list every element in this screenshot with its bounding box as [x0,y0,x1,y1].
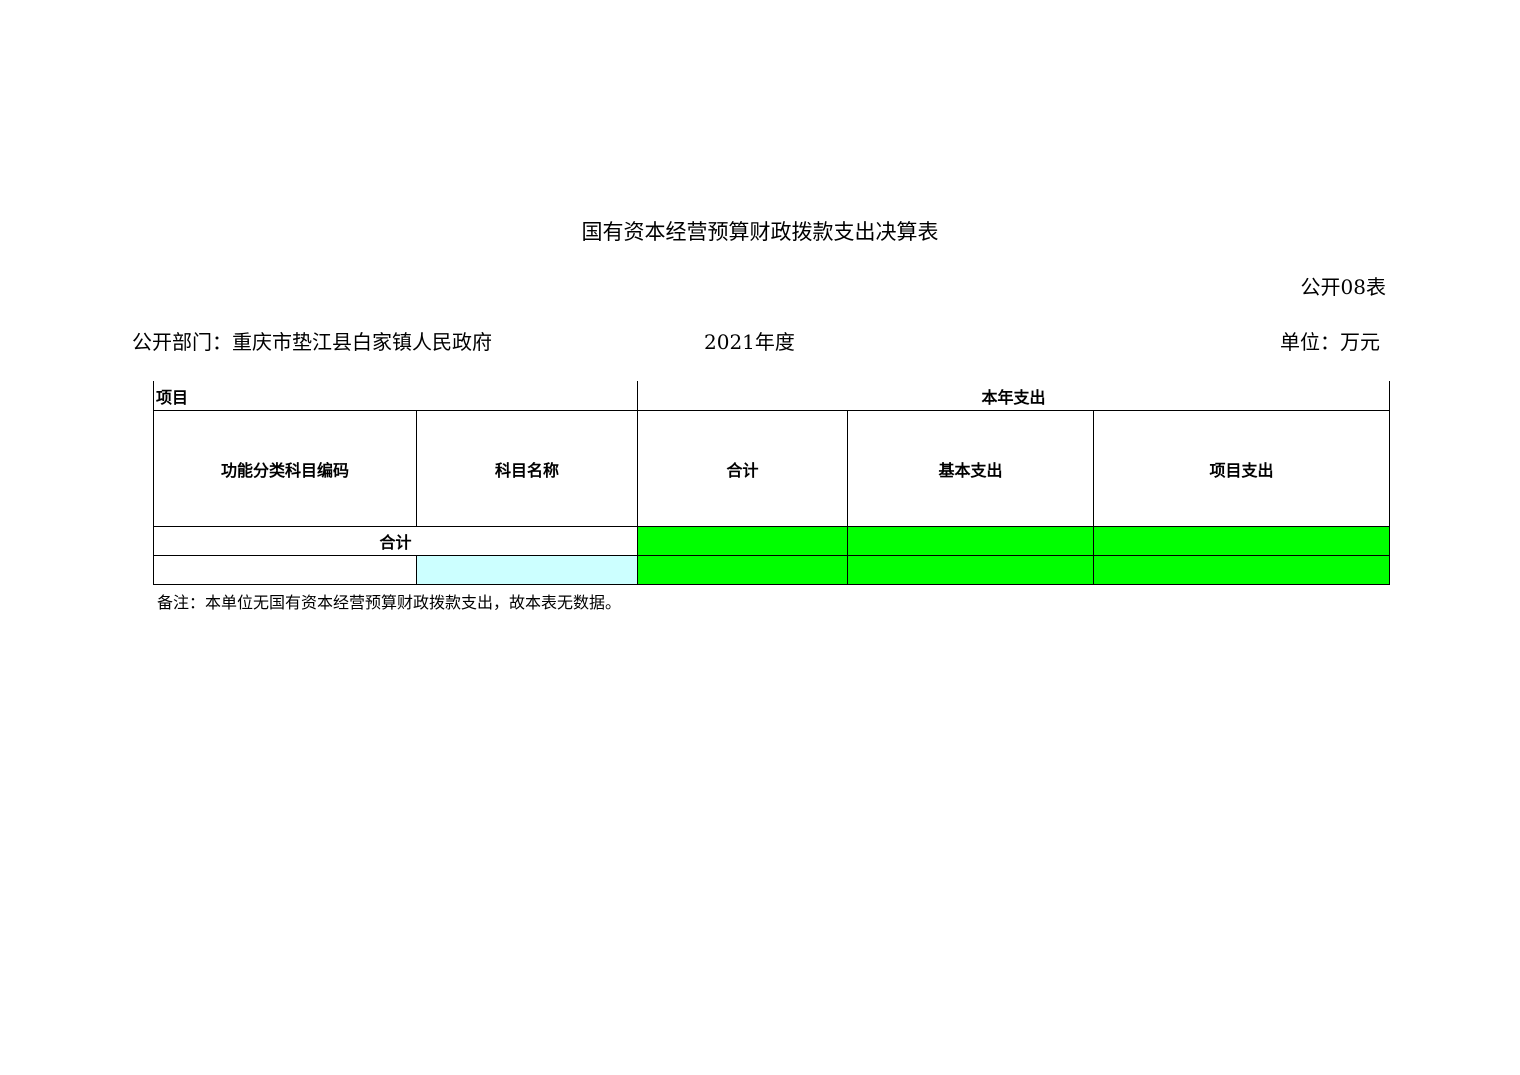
total-row-total-cell [637,526,849,556]
expense-table: 项目 本年支出 功能分类科目编码 科目名称 合计 基本支出 项目支出 合计 [152,381,1391,585]
total-row-basic-cell [847,526,1095,556]
table-row [153,555,1391,585]
total-row-label: 合计 [152,526,639,556]
document-title: 国有资本经营预算财政拨款支出决算表 [581,220,939,244]
group-header-row: 项目 本年支出 [152,381,1391,411]
column-header-code: 功能分类科目编码 [153,410,417,527]
fiscal-year-label: 2021年度 [704,330,795,354]
department-label: 公开部门：重庆市垫江县白家镇人民政府 [132,330,492,354]
total-row: 合计 [152,526,1391,556]
total-row-project-cell [1093,526,1391,556]
header-item-group: 项目 [152,381,639,411]
column-header-project: 项目支出 [1093,410,1391,527]
data-row-basic-cell [847,555,1095,585]
data-row-name-cell [415,555,639,585]
data-row-total-cell [637,555,849,585]
table-number: 公开08表 [1300,275,1386,299]
header-current-year-expense: 本年支出 [637,381,1391,411]
data-row-code-cell [153,555,417,585]
column-header-name: 科目名称 [415,410,639,527]
unit-label: 单位：万元 [1280,330,1380,354]
data-row-project-cell [1093,555,1391,585]
column-header-basic: 基本支出 [847,410,1095,527]
column-header-total: 合计 [637,410,849,527]
column-header-row: 功能分类科目编码 科目名称 合计 基本支出 项目支出 [153,410,1391,527]
table-note: 备注：本单位无国有资本经营预算财政拨款支出，故本表无数据。 [157,593,622,612]
